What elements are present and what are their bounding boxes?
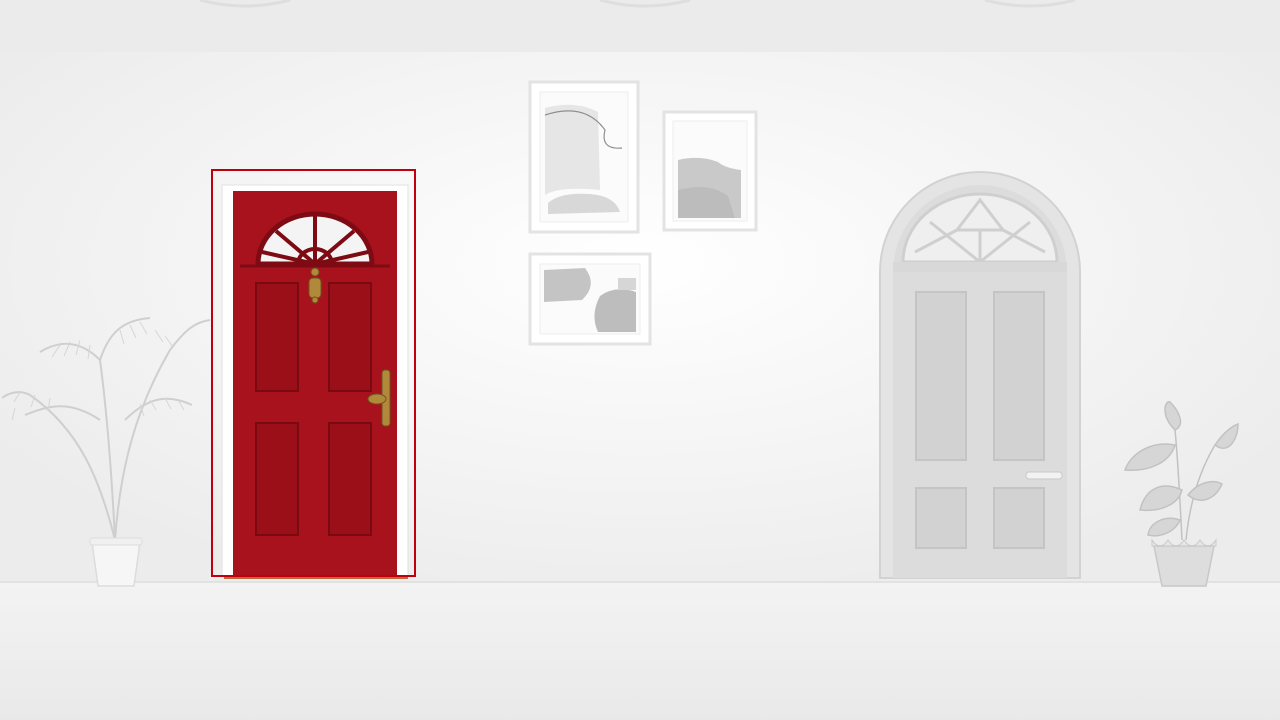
hallway-scene	[0, 0, 1280, 720]
plant-pot-right	[1151, 538, 1217, 587]
picture-frame-icon	[528, 80, 640, 234]
selected-door-highlight[interactable]	[211, 169, 416, 577]
ceiling-band	[0, 0, 1280, 52]
grey-door[interactable]	[879, 171, 1081, 579]
picture-frame-icon	[662, 110, 758, 232]
grey-door-handle-icon[interactable]	[1025, 471, 1063, 480]
floor	[0, 582, 1280, 720]
plant-pot-left	[89, 537, 143, 587]
picture-frame-icon	[528, 252, 652, 346]
